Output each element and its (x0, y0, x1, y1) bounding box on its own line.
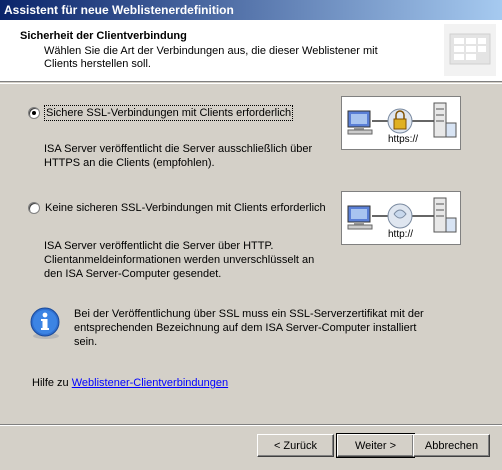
help-prefix: Hilfe zu (32, 377, 72, 389)
window-title: Assistent für neue Weblistenerdefinition (0, 0, 502, 20)
option-ssl-required-description: ISA Server veröffentlicht die Server aus… (44, 143, 313, 169)
option-ssl-required-label[interactable]: Sichere SSL-Verbindungen mit Clients erf… (43, 105, 294, 121)
option-ssl-not-required-description: ISA Server veröffentlicht die Server übe… (44, 240, 315, 280)
ssl-certificate-info: Bei der Veröffentlichung über SSL muss e… (74, 308, 424, 348)
page-description: Wählen Sie die Art der Verbindungen aus,… (44, 45, 378, 70)
info-icon (30, 307, 60, 339)
footer-divider-highlight (0, 425, 502, 426)
cancel-button-label: Abbrechen (424, 439, 479, 452)
next-button[interactable]: Weiter > (336, 433, 415, 458)
option-ssl-required[interactable]: Sichere SSL-Verbindungen mit Clients erf… (28, 105, 294, 121)
radio-ssl-required[interactable] (28, 107, 40, 119)
help-row: Hilfe zu Weblistener-Clientverbindungen (32, 377, 228, 389)
back-button-label: < Zurück (273, 439, 318, 452)
radio-ssl-not-required[interactable] (28, 202, 40, 214)
diagram-http-label: http:// (388, 229, 414, 240)
back-button[interactable]: < Zurück (257, 434, 334, 457)
wizard-header: Sicherheit der Clientverbindung Wählen S… (0, 20, 502, 82)
cancel-button[interactable]: Abbrechen (413, 434, 490, 457)
diagram-https-label: https:// (388, 134, 419, 145)
next-button-label: Weiter > (354, 439, 397, 452)
help-link-client-connections[interactable]: Weblistener-Clientverbindungen (72, 377, 228, 389)
option-ssl-not-required-label[interactable]: Keine sicheren SSL-Verbindungen mit Clie… (45, 201, 326, 215)
page-title: Sicherheit der Clientverbindung (20, 30, 187, 42)
diagram-https: https:// (341, 96, 461, 150)
wizard-graphic-icon (444, 24, 496, 76)
option-ssl-not-required[interactable]: Keine sicheren SSL-Verbindungen mit Clie… (28, 201, 326, 215)
diagram-http: http:// (341, 191, 461, 245)
header-divider (0, 83, 502, 84)
